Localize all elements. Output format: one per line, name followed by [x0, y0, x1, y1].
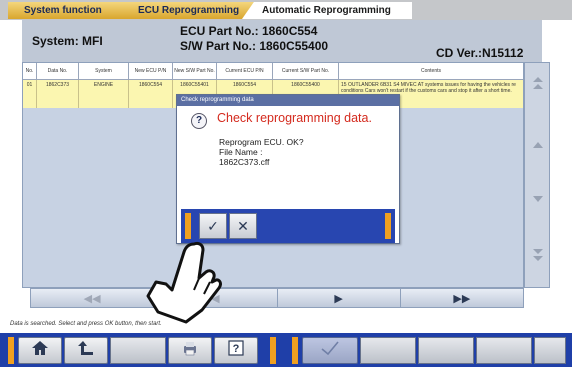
col-contents: Contents [339, 63, 523, 80]
toolbar-blank [534, 337, 566, 364]
help-button[interactable]: ? [214, 337, 258, 364]
cell-data-no: 1862C373 [37, 80, 79, 108]
svg-text:?: ? [233, 343, 240, 355]
status-text: Data is searched. Select and press OK bu… [10, 321, 162, 327]
cancel-icon: ✕ [237, 217, 249, 234]
dialog-line-file-label: File Name : [219, 147, 263, 157]
col-current-sw: Current S/W Part No. [273, 63, 339, 80]
scroll-up-icon[interactable] [528, 135, 547, 155]
table-header: No. Data No. System New ECU P/N New S/W … [23, 63, 523, 80]
dialog-accent [385, 213, 391, 239]
ok-toolbar-button[interactable] [302, 337, 358, 364]
table-scrollbar[interactable] [524, 62, 550, 288]
ecu-part-number: ECU Part No.: 1860C554 [180, 24, 318, 38]
cell-system: ENGINE [79, 80, 129, 108]
first-page-button[interactable]: ◀◀ [31, 289, 155, 307]
sw-part-number: S/W Part No.: 1860C55400 [180, 39, 329, 53]
dialog-message: Reprogram ECU. OK? File Name : 1862C373.… [219, 137, 304, 167]
toolbar-blank [418, 337, 474, 364]
dialog-line-file-name: 1862C373.cff [219, 157, 270, 167]
col-new-ecu: New ECU P/N [129, 63, 173, 80]
checkmark-icon [319, 340, 341, 361]
toolbar-accent [270, 337, 276, 364]
question-icon: ? [191, 113, 207, 129]
help-icon: ? [228, 340, 244, 361]
scroll-bottom-icon[interactable] [528, 245, 547, 265]
toolbar-accent [292, 337, 298, 364]
cell-no: 01 [23, 80, 37, 108]
col-system: System [79, 63, 129, 80]
cell-new-ecu: 1860C554 [129, 80, 173, 108]
dialog-heading: Check reprogramming data. [217, 111, 372, 125]
toolbar-blank [110, 337, 166, 364]
header-panel: System: MFI ECU Part No.: 1860C554 S/W P… [22, 20, 542, 62]
tab-system-function[interactable]: System function [8, 2, 126, 19]
print-button[interactable] [168, 337, 212, 364]
pointing-hand-icon [142, 238, 222, 328]
tab-automatic-reprogramming[interactable]: Automatic Reprogramming (CAN) [242, 2, 412, 19]
home-button[interactable] [18, 337, 62, 364]
toolbar-blank [476, 337, 532, 364]
cd-version: CD Ver.:N15112 [436, 46, 524, 60]
back-button[interactable] [64, 337, 108, 364]
dialog-title: Check reprogramming data [177, 95, 399, 106]
dialog-line-confirm: Reprogram ECU. OK? [219, 137, 304, 147]
toolbar-accent [8, 337, 14, 364]
pager: ◀◀ ◀ ▶ ▶▶ [30, 288, 524, 308]
printer-icon [181, 340, 199, 361]
confirm-dialog: Check reprogramming data ? Check reprogr… [176, 94, 400, 244]
scroll-top-icon[interactable] [528, 73, 547, 93]
next-page-button[interactable]: ▶ [277, 289, 401, 307]
col-new-sw: New S/W Part No. [173, 63, 217, 80]
checkmark-icon: ✓ [207, 217, 219, 234]
back-arrow-icon [77, 340, 95, 361]
toolbar-blank [360, 337, 416, 364]
scroll-down-icon[interactable] [528, 189, 547, 209]
col-current-ecu: Current ECU P/N [217, 63, 273, 80]
home-icon [31, 340, 49, 361]
dialog-ok-button[interactable]: ✓ [199, 213, 227, 239]
last-page-button[interactable]: ▶▶ [400, 289, 523, 307]
dialog-accent [185, 213, 191, 239]
dialog-cancel-button[interactable]: ✕ [229, 213, 257, 239]
system-label: System: MFI [32, 34, 103, 48]
tab-bar: System function ECU Reprogramming Automa… [0, 0, 572, 20]
tab-ecu-reprogramming[interactable]: ECU Reprogramming [114, 2, 254, 19]
col-no: No. [23, 63, 37, 80]
bottom-toolbar: ? [0, 333, 572, 367]
col-data-no: Data No. [37, 63, 79, 80]
